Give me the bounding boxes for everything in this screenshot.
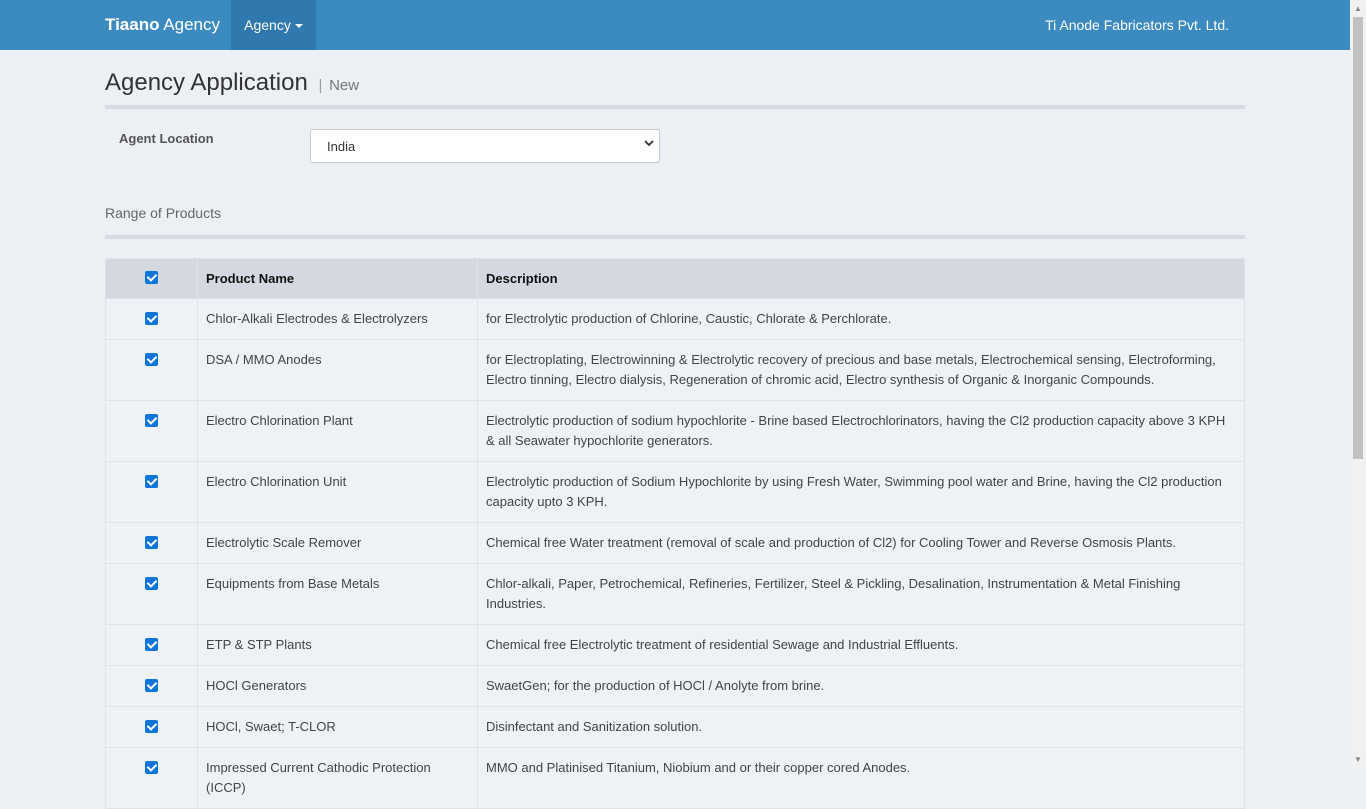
- agent-location-value: India: [327, 139, 356, 154]
- table-header-row: Product Name Description: [105, 258, 1245, 299]
- table-row: HOCl, Swaet; T-CLOR Disinfectant and San…: [105, 706, 1245, 748]
- products-table: Product Name Description Chlor-Alkali El…: [105, 258, 1245, 809]
- product-name: Electro Chlorination Unit: [197, 461, 478, 523]
- select-all-checkbox[interactable]: [145, 271, 158, 284]
- title-separator: |: [318, 77, 323, 94]
- row-checkbox[interactable]: [145, 638, 158, 651]
- product-name: Electro Chlorination Plant: [197, 400, 478, 462]
- header-select-cell: [105, 258, 198, 299]
- product-description: Disinfectant and Sanitization solution.: [477, 706, 1245, 748]
- page-subtitle: New: [329, 77, 360, 94]
- product-name: Chlor-Alkali Electrodes & Electrolyzers: [197, 298, 478, 340]
- top-navbar: Tiaano Agency Agency Ti Anode Fabricator…: [0, 0, 1350, 50]
- product-name: Equipments from Base Metals: [197, 563, 478, 625]
- page-title-text: Agency Application: [105, 69, 308, 96]
- product-name: HOCl Generators: [197, 665, 478, 707]
- product-name: Impressed Current Cathodic Protection (I…: [197, 747, 478, 809]
- table-row: ETP & STP Plants Chemical free Electroly…: [105, 624, 1245, 666]
- agency-menu-dropdown[interactable]: Agency: [231, 0, 316, 50]
- scrollbar-thumb[interactable]: [1353, 17, 1363, 459]
- row-checkbox[interactable]: [145, 312, 158, 325]
- row-checkbox[interactable]: [145, 679, 158, 692]
- row-checkbox[interactable]: [145, 577, 158, 590]
- table-row: DSA / MMO Anodes for Electroplating, Ele…: [105, 339, 1245, 401]
- table-row: Electrolytic Scale Remover Chemical free…: [105, 522, 1245, 564]
- header-product-name: Product Name: [197, 258, 478, 299]
- table-row: Impressed Current Cathodic Protection (I…: [105, 747, 1245, 809]
- agency-menu-label: Agency: [244, 17, 291, 33]
- product-description: MMO and Platinised Titanium, Niobium and…: [477, 747, 1245, 809]
- table-row: Electro Chlorination Unit Electrolytic p…: [105, 461, 1245, 523]
- title-divider: [105, 105, 1245, 109]
- page-title: Agency Application | New: [105, 68, 359, 101]
- product-description: Electrolytic production of sodium hypoch…: [477, 400, 1245, 462]
- brand-logo[interactable]: Tiaano Agency: [105, 14, 220, 36]
- product-description: Chemical free Electrolytic treatment of …: [477, 624, 1245, 666]
- agent-location-select[interactable]: India: [310, 129, 660, 163]
- caret-down-icon: [294, 24, 303, 29]
- product-description: for Electrolytic production of Chlorine,…: [477, 298, 1245, 340]
- header-description: Description: [477, 258, 1245, 299]
- table-row: Equipments from Base Metals Chlor-alkali…: [105, 563, 1245, 625]
- product-name: HOCl, Swaet; T-CLOR: [197, 706, 478, 748]
- scroll-down-arrow-icon[interactable]: ▼: [1354, 755, 1362, 764]
- product-name: ETP & STP Plants: [197, 624, 478, 666]
- brand-name-bold: Tiaano: [105, 15, 160, 34]
- product-description: for Electroplating, Electrowinning & Ele…: [477, 339, 1245, 401]
- product-description: Chlor-alkali, Paper, Petrochemical, Refi…: [477, 563, 1245, 625]
- product-description: SwaetGen; for the production of HOCl / A…: [477, 665, 1245, 707]
- row-checkbox[interactable]: [145, 414, 158, 427]
- product-description: Electrolytic production of Sodium Hypoch…: [477, 461, 1245, 523]
- row-checkbox[interactable]: [145, 353, 158, 366]
- row-checkbox[interactable]: [145, 720, 158, 733]
- brand-name-rest: Agency: [159, 15, 220, 34]
- product-name: DSA / MMO Anodes: [197, 339, 478, 401]
- product-name: Electrolytic Scale Remover: [197, 522, 478, 564]
- row-checkbox[interactable]: [145, 475, 158, 488]
- scroll-up-arrow-icon[interactable]: ▲: [1354, 4, 1362, 13]
- section-title: Range of Products: [105, 205, 221, 221]
- company-name: Ti Anode Fabricators Pvt. Ltd.: [1045, 17, 1229, 33]
- table-row: Electro Chlorination Plant Electrolytic …: [105, 400, 1245, 462]
- table-row: HOCl Generators SwaetGen; for the produc…: [105, 665, 1245, 707]
- agent-location-label: Agent Location: [119, 131, 214, 146]
- row-checkbox[interactable]: [145, 536, 158, 549]
- table-row: Chlor-Alkali Electrodes & Electrolyzers …: [105, 298, 1245, 340]
- product-description: Chemical free Water treatment (removal o…: [477, 522, 1245, 564]
- chevron-down-icon: [643, 137, 655, 152]
- section-divider: [105, 235, 1245, 239]
- vertical-scrollbar[interactable]: ▲ ▼: [1350, 0, 1366, 768]
